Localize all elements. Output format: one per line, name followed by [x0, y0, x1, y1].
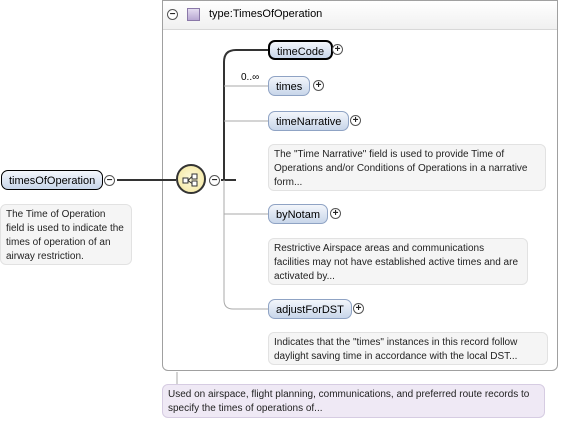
byNotam-annotation: Restrictive Airspace areas and communica… [268, 238, 528, 285]
child-element-label: timeNarrative [276, 116, 342, 128]
expand-timeCode-icon[interactable]: + [332, 44, 343, 55]
root-element-timesOfOperation[interactable]: timesOfOperation [1, 170, 104, 190]
child-element-adjustForDST[interactable]: adjustForDST [268, 299, 352, 319]
collapse-sequence-icon[interactable]: − [209, 175, 220, 186]
child-element-label: times [276, 81, 303, 93]
child-element-times[interactable]: times [268, 76, 311, 96]
child-element-label: adjustForDST [276, 304, 344, 316]
root-element-label: timesOfOperation [9, 175, 96, 187]
timeNarrative-annotation: The "Time Narrative" field is used to pr… [268, 144, 546, 191]
expand-byNotam-icon[interactable]: + [330, 208, 341, 219]
child-element-label: timeCode [277, 46, 325, 58]
expand-times-icon[interactable]: + [313, 80, 324, 91]
type-annotation: Used on airspace, flight planning, commu… [162, 384, 545, 418]
root-annotation: The Time of Operation field is used to i… [0, 204, 132, 265]
collapse-root-icon[interactable]: − [104, 175, 115, 186]
child-element-byNotam[interactable]: byNotam [268, 204, 329, 224]
expand-adjustForDST-icon[interactable]: + [353, 303, 364, 314]
child-element-timeCode[interactable]: timeCode [268, 40, 334, 60]
sequence-compositor-icon[interactable] [176, 164, 206, 194]
adjustForDST-annotation: Indicates that the "times" instances in … [268, 332, 548, 365]
times-multiplicity: 0..∞ [241, 72, 260, 83]
child-element-timeNarrative[interactable]: timeNarrative [268, 111, 350, 131]
child-element-label: byNotam [276, 209, 321, 221]
expand-timeNarrative-icon[interactable]: + [350, 115, 361, 126]
